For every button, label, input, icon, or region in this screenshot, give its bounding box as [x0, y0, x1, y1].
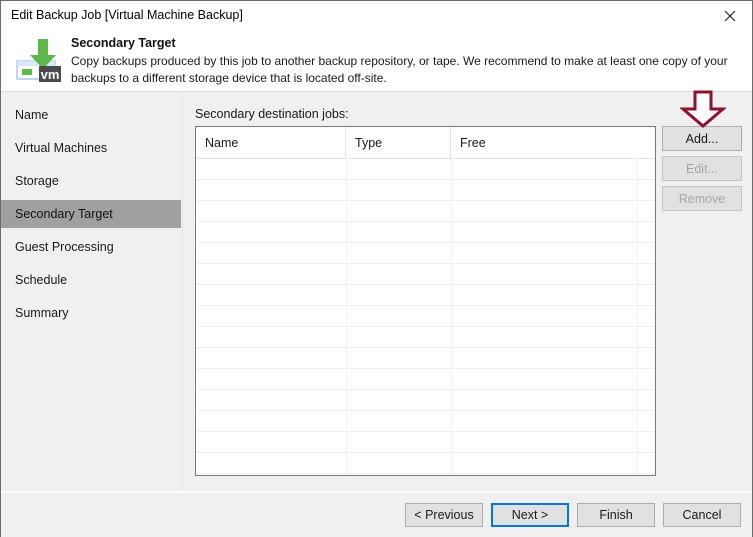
previous-button[interactable]: < Previous: [405, 503, 483, 527]
finish-button[interactable]: Finish: [577, 503, 655, 527]
sidebar-item-storage[interactable]: Storage: [1, 167, 181, 195]
sidebar-item-label: Guest Processing: [15, 240, 114, 254]
table-row[interactable]: [196, 348, 655, 369]
table-row[interactable]: [196, 264, 655, 285]
table-row[interactable]: [196, 222, 655, 243]
next-button-label: Next >: [511, 508, 549, 522]
finish-button-label: Finish: [599, 508, 633, 522]
dialog-header: vm Secondary Target Copy backups produce…: [1, 30, 752, 92]
add-button[interactable]: Add...: [662, 126, 742, 151]
next-button[interactable]: Next >: [491, 503, 569, 527]
edit-button[interactable]: Edit...: [662, 156, 742, 181]
edit-button-label: Edit...: [686, 161, 718, 176]
content-pane: Secondary destination jobs: Name Type Fr…: [183, 92, 752, 491]
table-row[interactable]: [196, 390, 655, 411]
sidebar-item-label: Virtual Machines: [15, 141, 108, 155]
secondary-destination-jobs-label: Secondary destination jobs:: [195, 107, 349, 121]
table-row[interactable]: [196, 306, 655, 327]
wizard-step-sidebar: Name Virtual Machines Storage Secondary …: [1, 92, 183, 491]
svg-text:vm: vm: [41, 67, 60, 82]
sidebar-item-label: Name: [15, 108, 49, 122]
add-button-label: Add...: [685, 131, 719, 146]
edit-backup-job-dialog: Edit Backup Job [Virtual Machine Backup]…: [0, 0, 753, 537]
cancel-button[interactable]: Cancel: [663, 503, 741, 527]
remove-button-label: Remove: [678, 191, 726, 206]
previous-button-label: < Previous: [414, 508, 474, 522]
table-row[interactable]: [196, 411, 655, 432]
grid-header-row: Name Type Free: [196, 127, 655, 159]
table-row[interactable]: [196, 201, 655, 222]
table-row[interactable]: [196, 369, 655, 390]
sidebar-item-label: Schedule: [15, 273, 68, 287]
sidebar-item-label: Secondary Target: [15, 207, 113, 221]
table-row[interactable]: [196, 180, 655, 201]
title-bar: Edit Backup Job [Virtual Machine Backup]: [1, 1, 752, 30]
grid-body[interactable]: [196, 159, 655, 475]
sidebar-item-summary[interactable]: Summary: [1, 299, 181, 327]
grid-column-header-type[interactable]: Type: [346, 127, 451, 158]
table-row[interactable]: [196, 285, 655, 306]
grid-column-header-free[interactable]: Free: [451, 127, 655, 158]
close-icon[interactable]: [707, 1, 752, 30]
table-row[interactable]: [196, 159, 655, 180]
table-row[interactable]: [196, 243, 655, 264]
remove-button[interactable]: Remove: [662, 186, 742, 211]
cancel-button-label: Cancel: [682, 508, 722, 522]
table-row[interactable]: [196, 453, 655, 474]
secondary-destination-jobs-grid[interactable]: Name Type Free: [195, 126, 656, 476]
vm-backup-download-icon: vm: [15, 33, 67, 85]
sidebar-item-guest-processing[interactable]: Guest Processing: [1, 233, 181, 261]
sidebar-item-schedule[interactable]: Schedule: [1, 266, 181, 294]
grid-column-header-name[interactable]: Name: [196, 127, 346, 158]
table-row[interactable]: [196, 432, 655, 453]
sidebar-item-label: Storage: [15, 174, 59, 188]
window-title: Edit Backup Job [Virtual Machine Backup]: [11, 8, 243, 22]
sidebar-item-virtual-machines[interactable]: Virtual Machines: [1, 134, 181, 162]
sidebar-item-label: Summary: [15, 306, 69, 320]
dialog-footer: < Previous Next > Finish Cancel: [1, 492, 752, 537]
sidebar-item-secondary-target[interactable]: Secondary Target: [1, 200, 181, 228]
sidebar-item-name[interactable]: Name: [1, 101, 181, 129]
page-description: Copy backups produced by this job to ano…: [71, 54, 728, 85]
table-row[interactable]: [196, 327, 655, 348]
page-title: Secondary Target: [71, 36, 176, 50]
